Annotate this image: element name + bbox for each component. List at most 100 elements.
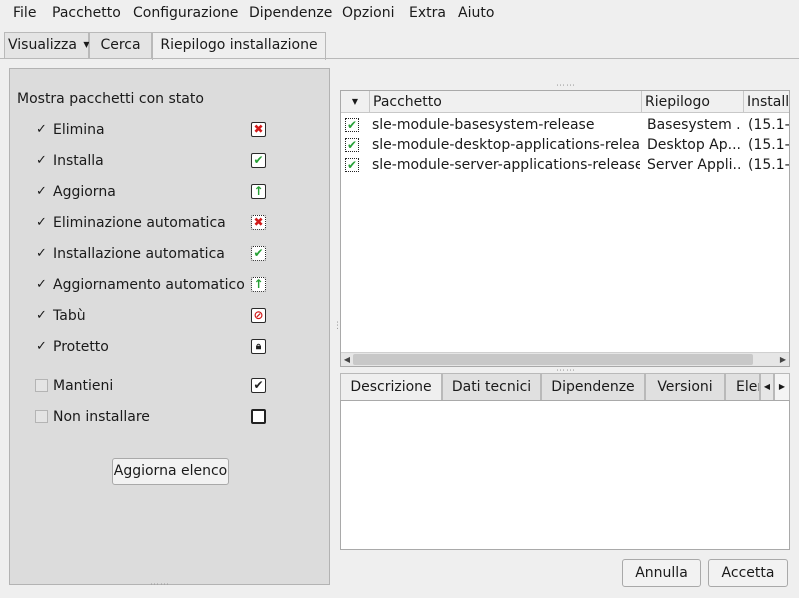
menu-aiuto[interactable]: Aiuto — [458, 4, 494, 22]
table-header: ▼ Pacchetto Riepilogo Installa — [341, 91, 789, 113]
tab-versioni[interactable]: Versioni — [645, 373, 725, 401]
menu-file[interactable]: File — [13, 4, 36, 22]
status-checkbox[interactable] — [35, 410, 48, 423]
status-row-installa[interactable]: ✓ Installa ✔ — [35, 151, 275, 171]
auto-install-icon: ✔ — [251, 246, 266, 261]
refresh-list-button[interactable]: Aggiorna elenco — [112, 458, 229, 485]
status-checkbox[interactable]: ✓ — [35, 247, 48, 260]
menu-extra[interactable]: Extra — [409, 4, 446, 22]
tab-dipendenze[interactable]: Dipendenze — [541, 373, 645, 401]
install-status-icon[interactable]: ✔ — [345, 138, 359, 152]
table-row[interactable]: ✔ sle-module-server-applications-release… — [341, 155, 789, 175]
status-row-non-installare[interactable]: Non installare — [35, 407, 275, 427]
column-header-pacchetto[interactable]: Pacchetto — [369, 91, 641, 113]
lock-icon: 🔒︎ — [251, 339, 266, 354]
tab-visualizza[interactable]: Visualizza ▼ — [4, 32, 90, 59]
status-row-protetto[interactable]: ✓ Protetto 🔒︎ — [35, 337, 275, 357]
tab-versioni-label: Versioni — [657, 379, 713, 395]
tabs-scroll-right-icon[interactable]: ▶ — [774, 373, 790, 401]
install-icon: ✔ — [251, 153, 266, 168]
status-checkbox[interactable] — [35, 379, 48, 392]
status-checkbox[interactable]: ✓ — [35, 185, 48, 198]
auto-delete-icon: ✖ — [251, 215, 266, 230]
status-label: Aggiorna — [53, 184, 116, 200]
package-name: sle-module-server-applications-release — [372, 157, 640, 173]
status-label: Non installare — [53, 409, 150, 425]
tab-dati-tecnici[interactable]: Dati tecnici — [442, 373, 541, 401]
table-row[interactable]: ✔ sle-module-desktop-applications-releas… — [341, 135, 789, 155]
tab-elenco-label: Elen — [736, 379, 759, 395]
scroll-left-icon[interactable]: ◀ — [341, 353, 353, 366]
sort-arrow-icon[interactable]: ▼ — [341, 91, 369, 113]
delete-icon: ✖ — [251, 122, 266, 137]
scrollbar-thumb[interactable] — [353, 354, 753, 365]
package-summary: Basesystem ... — [647, 117, 741, 133]
keep-icon: ✔ — [251, 378, 266, 393]
package-summary: Desktop Ap... — [647, 137, 741, 153]
status-label: Installa — [53, 153, 104, 169]
status-checkbox[interactable]: ✓ — [35, 309, 48, 322]
panel-resize-grip[interactable]: ⋯⋯ — [150, 581, 170, 590]
auto-update-icon: ↑ — [251, 277, 266, 292]
status-row-installazione-automatica[interactable]: ✓ Installazione automatica ✔ — [35, 244, 275, 264]
status-row-tabu[interactable]: ✓ Tabù ⊘ — [35, 306, 275, 326]
status-row-aggiorna[interactable]: ✓ Aggiorna ↑ — [35, 182, 275, 202]
install-status-icon[interactable]: ✔ — [345, 118, 359, 132]
menu-pacchetto[interactable]: Pacchetto — [52, 4, 121, 22]
status-row-eliminazione-automatica[interactable]: ✓ Eliminazione automatica ✖ — [35, 213, 275, 233]
menu-opzioni[interactable]: Opzioni — [342, 4, 394, 22]
install-status-icon[interactable]: ✔ — [345, 158, 359, 172]
menu-dipendenze[interactable]: Dipendenze — [249, 4, 332, 22]
taboo-icon: ⊘ — [251, 308, 266, 323]
tab-cerca[interactable]: Cerca — [89, 32, 152, 59]
status-label: Aggiornamento automatico — [53, 277, 245, 293]
status-checkbox[interactable]: ✓ — [35, 154, 48, 167]
package-name: sle-module-basesystem-release — [372, 117, 595, 133]
status-row-aggiornamento-automatico[interactable]: ✓ Aggiornamento automatico ↑ — [35, 275, 275, 295]
status-row-elimina[interactable]: ✓ Elimina ✖ — [35, 120, 275, 140]
tab-dipendenze-label: Dipendenze — [551, 379, 635, 395]
status-checkbox[interactable]: ✓ — [35, 278, 48, 291]
package-name: sle-module-desktop-applications-release — [372, 137, 640, 153]
status-label: Tabù — [53, 308, 86, 324]
status-checkbox[interactable]: ✓ — [35, 216, 48, 229]
tab-cerca-label: Cerca — [100, 37, 141, 53]
status-label: Mantieni — [53, 378, 114, 394]
package-version: (15.1- — [748, 157, 789, 173]
tab-riepilogo-label: Riepilogo installazione — [160, 37, 318, 53]
tabs-scroll-left-icon[interactable]: ◀ — [760, 373, 774, 401]
status-label: Eliminazione automatica — [53, 215, 226, 231]
accept-button[interactable]: Accetta — [708, 559, 788, 587]
status-label: Protetto — [53, 339, 109, 355]
update-icon: ↑ — [251, 184, 266, 199]
status-label: Elimina — [53, 122, 105, 138]
column-header-installa[interactable]: Installa — [743, 91, 789, 113]
package-table: ▼ Pacchetto Riepilogo Installa ✔ sle-mod… — [340, 90, 790, 367]
tab-descrizione[interactable]: Descrizione — [340, 373, 442, 401]
status-row-mantieni[interactable]: Mantieni ✔ — [35, 376, 275, 396]
cancel-button[interactable]: Annulla — [622, 559, 701, 587]
tab-visualizza-label: Visualizza — [8, 37, 77, 53]
detail-tabs: Descrizione Dati tecnici Dipendenze Vers… — [340, 372, 790, 402]
tab-divider — [0, 58, 799, 59]
scroll-right-icon[interactable]: ▶ — [777, 353, 789, 366]
status-label: Installazione automatica — [53, 246, 225, 262]
tab-descrizione-label: Descrizione — [350, 379, 432, 395]
table-row[interactable]: ✔ sle-module-basesystem-release Basesyst… — [341, 115, 789, 135]
status-filter-title: Mostra pacchetti con stato — [17, 91, 204, 107]
tab-elenco-partial[interactable]: Elen — [725, 373, 760, 401]
package-version: (15.1- — [748, 137, 789, 153]
status-checkbox[interactable]: ✓ — [35, 340, 48, 353]
tab-riepilogo-installazione[interactable]: Riepilogo installazione — [152, 32, 326, 60]
menubar: File Pacchetto Configurazione Dipendenze… — [0, 0, 799, 26]
package-version: (15.1- — [748, 117, 789, 133]
description-pane — [340, 400, 790, 550]
horizontal-scrollbar[interactable]: ◀ ▶ — [341, 352, 789, 366]
package-summary: Server Appli... — [647, 157, 741, 173]
menu-configurazione[interactable]: Configurazione — [133, 4, 238, 22]
status-checkbox[interactable]: ✓ — [35, 123, 48, 136]
no-install-icon — [251, 409, 266, 424]
status-filter-panel: Mostra pacchetti con stato ✓ Elimina ✖ ✓… — [9, 68, 330, 585]
column-header-riepilogo[interactable]: Riepilogo — [641, 91, 743, 113]
tab-dati-tecnici-label: Dati tecnici — [451, 379, 532, 395]
